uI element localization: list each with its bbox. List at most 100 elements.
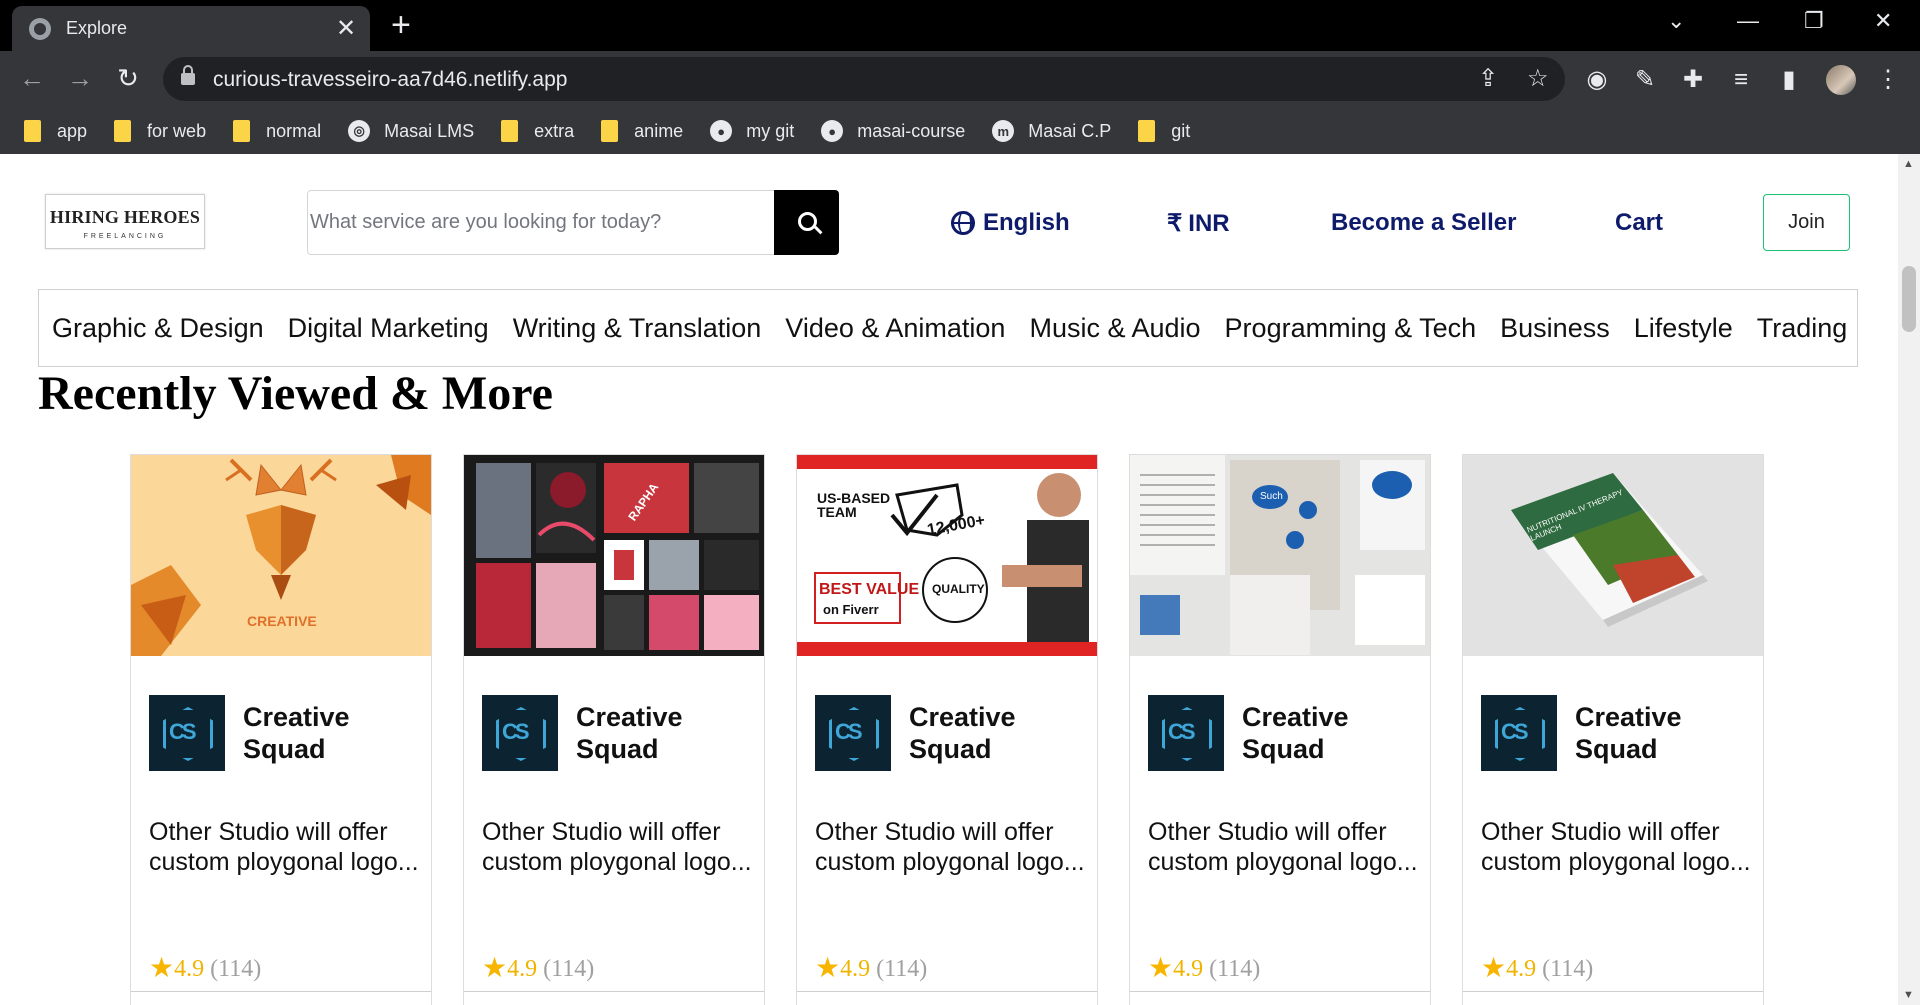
search-input[interactable] <box>310 191 770 254</box>
puzzle-icon[interactable]: ✚ <box>1678 66 1708 94</box>
bookmark-for-web[interactable]: for web <box>114 120 206 142</box>
menu-icon[interactable]: ⋮ <box>1873 66 1903 94</box>
divider <box>1130 991 1430 992</box>
gig-title[interactable]: Other Studio will offer custom ploygonal… <box>149 817 419 877</box>
search-button[interactable] <box>774 190 839 255</box>
gig-image[interactable]: Such <box>1130 455 1430 656</box>
seller-name[interactable]: Creative Squad <box>1242 701 1362 765</box>
review-count: (114) <box>1209 955 1261 982</box>
bookmarks-bar: app for web normal ◎ Masai LMS extra anim… <box>0 108 1920 154</box>
cart-link[interactable]: Cart <box>1615 209 1663 237</box>
gig-image[interactable]: US-BASED TEAM 12,000+ BEST VALUE on Five… <box>797 455 1097 656</box>
bookmark-label: anime <box>634 120 684 141</box>
category-writing-translation[interactable]: Writing & Translation <box>513 313 762 344</box>
currency-link[interactable]: ₹ INR <box>1167 209 1230 238</box>
category-music-audio[interactable]: Music & Audio <box>1029 313 1200 344</box>
language-label: English <box>983 209 1070 236</box>
folder-icon <box>233 120 251 142</box>
avatar[interactable] <box>1826 65 1856 95</box>
bookmark-normal[interactable]: normal <box>233 120 321 142</box>
pen-extension-icon[interactable]: ✎ <box>1630 66 1660 94</box>
seller-name[interactable]: Creative Squad <box>1575 701 1695 765</box>
gig-title[interactable]: Other Studio will offer custom ploygonal… <box>1148 817 1418 877</box>
restore-button[interactable]: ❐ <box>1804 8 1824 34</box>
url-text[interactable]: curious-travesseiro-aa7d46.netlify.app <box>213 68 567 92</box>
rating-value: 4.9 <box>840 955 871 982</box>
gig-title[interactable]: Other Studio will offer custom ploygonal… <box>1481 817 1751 877</box>
minimize-button[interactable]: — <box>1737 8 1759 34</box>
scroll-down-icon[interactable]: ▼ <box>1903 989 1914 1001</box>
gig-image[interactable]: CREATIVE <box>131 455 431 656</box>
bookmark-label: for web <box>147 120 207 141</box>
divider <box>1463 991 1763 992</box>
bookmark-my-git[interactable]: ● my git <box>710 120 794 142</box>
gig-image[interactable]: RAPHA <box>464 455 764 656</box>
extension-icon[interactable]: ◉ <box>1582 66 1612 94</box>
gig-title[interactable]: Other Studio will offer custom ploygonal… <box>815 817 1085 877</box>
browser-tab[interactable]: Explore ✕ <box>12 6 370 51</box>
site-logo[interactable]: HIRING HEROES FREELANCING <box>45 194 205 249</box>
back-arrow-icon[interactable]: ← <box>16 63 48 93</box>
forward-arrow-icon[interactable]: → <box>64 63 96 93</box>
seller-name[interactable]: Creative Squad <box>909 701 1029 765</box>
language-link[interactable]: English <box>951 209 1070 237</box>
gig-card[interactable]: US-BASED TEAM 12,000+ BEST VALUE on Five… <box>796 454 1098 1005</box>
bookmark-git[interactable]: git <box>1138 120 1190 142</box>
category-graphic-design[interactable]: Graphic & Design <box>52 313 264 344</box>
rating-value: 4.9 <box>507 955 538 982</box>
share-icon[interactable]: ⇪ <box>1478 66 1498 92</box>
page-scrollbar[interactable]: ▲ ▼ <box>1898 154 1920 1005</box>
category-trading[interactable]: Trading <box>1757 313 1848 344</box>
gig-card[interactable]: NUTRITIONAL IV THERAPY LAUNCH Creative S… <box>1462 454 1764 1005</box>
github-icon: ● <box>821 120 844 142</box>
category-digital-marketing[interactable]: Digital Marketing <box>288 313 489 344</box>
gig-title[interactable]: Other Studio will offer custom ploygonal… <box>482 817 752 877</box>
bookmark-label: normal <box>266 120 322 141</box>
star-bookmark-icon[interactable]: ☆ <box>1527 66 1549 92</box>
category-programming-tech[interactable]: Programming & Tech <box>1225 313 1477 344</box>
reload-icon[interactable]: ↻ <box>112 63 144 93</box>
rating: ★ 4.9 (114) <box>1148 955 1260 983</box>
gig-card[interactable]: RAPHA Creative Squad Other Studio will o… <box>463 454 765 1005</box>
close-icon[interactable]: ✕ <box>334 16 358 41</box>
divider <box>464 991 764 992</box>
sidebar-icon[interactable]: ▮ <box>1774 66 1804 94</box>
rating: ★ 4.9 (114) <box>149 955 261 983</box>
lock-icon[interactable] <box>181 65 195 85</box>
bookmark-masai-lms[interactable]: ◎ Masai LMS <box>348 120 474 142</box>
star-icon: ★ <box>1481 953 1507 984</box>
bookmark-anime[interactable]: anime <box>601 120 683 142</box>
review-count: (114) <box>876 955 928 982</box>
rating-value: 4.9 <box>174 955 205 982</box>
divider <box>797 991 1097 992</box>
seller-name[interactable]: Creative Squad <box>243 701 363 765</box>
gig-image[interactable]: NUTRITIONAL IV THERAPY LAUNCH <box>1463 455 1763 656</box>
scrollbar-thumb[interactable] <box>1902 266 1916 332</box>
new-tab-button[interactable]: + <box>391 8 411 42</box>
github-icon: ● <box>710 120 733 142</box>
scroll-up-icon[interactable]: ▲ <box>1903 158 1914 170</box>
folder-icon <box>501 120 519 142</box>
category-lifestyle[interactable]: Lifestyle <box>1634 313 1733 344</box>
tab-search-icon[interactable]: ⌄ <box>1667 8 1685 34</box>
avatar <box>1148 695 1224 771</box>
image-caption: Such <box>1260 491 1283 502</box>
rating: ★ 4.9 (114) <box>482 955 594 983</box>
category-video-animation[interactable]: Video & Animation <box>785 313 1005 344</box>
globe-icon: ◎ <box>348 120 371 142</box>
join-button[interactable]: Join <box>1763 194 1850 251</box>
bookmark-masai-cp[interactable]: m Masai C.P <box>992 120 1111 142</box>
rating-value: 4.9 <box>1173 955 1204 982</box>
bookmark-masai-course[interactable]: ● masai-course <box>821 120 965 142</box>
seller-name[interactable]: Creative Squad <box>576 701 696 765</box>
media-icon[interactable]: ≡ <box>1726 66 1756 94</box>
address-bar[interactable]: curious-travesseiro-aa7d46.netlify.app ⇪… <box>163 57 1565 101</box>
gig-card[interactable]: CREATIVE Creative Squad Other Studio wil… <box>130 454 432 1005</box>
gig-card[interactable]: Such Creative Squad Other Studio will of… <box>1129 454 1431 1005</box>
bookmark-app[interactable]: app <box>24 120 87 142</box>
become-seller-link[interactable]: Become a Seller <box>1331 209 1516 237</box>
bookmark-label: my git <box>746 120 795 141</box>
bookmark-extra[interactable]: extra <box>501 120 574 142</box>
category-business[interactable]: Business <box>1500 313 1610 344</box>
close-window-button[interactable]: ✕ <box>1874 8 1892 34</box>
